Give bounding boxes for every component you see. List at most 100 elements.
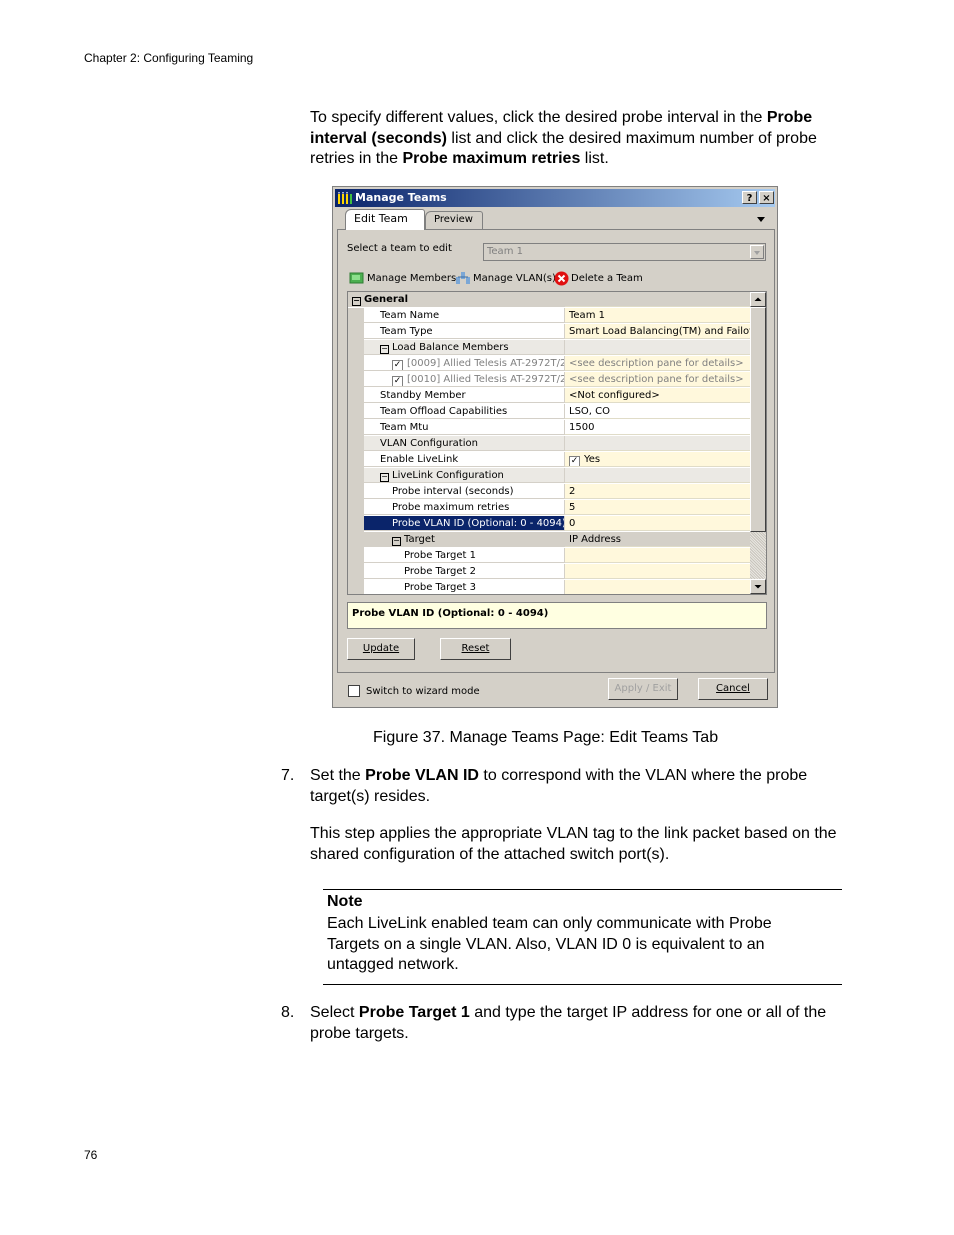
wizard-mode-checkbox[interactable]: Switch to wizard mode bbox=[348, 685, 480, 697]
property-row[interactable]: Probe Target 1 bbox=[348, 548, 750, 564]
chevron-down-icon[interactable] bbox=[750, 245, 764, 259]
chapter-header: Chapter 2: Configuring Teaming bbox=[84, 51, 254, 65]
property-name[interactable]: − LiveLink Configuration bbox=[364, 468, 565, 483]
property-value-text: Yes bbox=[584, 454, 601, 465]
help-button[interactable]: ? bbox=[742, 191, 757, 204]
scrollbar-track[interactable] bbox=[750, 532, 766, 579]
edit-team-panel: Select a team to edit Team 1 Manage Memb… bbox=[337, 229, 775, 673]
close-button[interactable]: × bbox=[759, 191, 774, 204]
update-button[interactable]: Update bbox=[347, 638, 415, 660]
property-value[interactable]: 0 bbox=[565, 516, 750, 531]
property-name[interactable]: − General bbox=[348, 292, 565, 307]
property-row[interactable]: − Load Balance Members bbox=[348, 340, 750, 356]
tab-menu-arrow-icon[interactable] bbox=[757, 217, 765, 222]
property-row[interactable]: ✓ [0009] Allied Telesis AT-2972T/2 Giga <s… bbox=[348, 356, 750, 372]
tab-edit-team[interactable]: Edit Team bbox=[345, 209, 425, 230]
property-name-text: Team Mtu bbox=[380, 422, 429, 433]
property-row[interactable]: Enable LiveLink ✓ Yes bbox=[348, 452, 750, 468]
property-name[interactable]: Probe Target 3 bbox=[364, 580, 565, 594]
property-name[interactable]: ✓ [0010] Allied Telesis AT-2972T/2 Giga bbox=[364, 372, 565, 387]
property-value[interactable]: IP Address bbox=[565, 532, 750, 547]
property-name[interactable]: − Load Balance Members bbox=[364, 340, 565, 355]
property-value[interactable]: Smart Load Balancing(TM) and Failover bbox=[565, 324, 750, 339]
tab-preview[interactable]: Preview bbox=[425, 211, 483, 229]
property-value-text: 1500 bbox=[569, 422, 595, 433]
property-row[interactable]: Probe VLAN ID (Optional: 0 - 4094) 0 bbox=[348, 516, 750, 532]
property-name-text: General bbox=[364, 294, 408, 305]
property-name[interactable]: Enable LiveLink bbox=[364, 452, 565, 467]
property-name[interactable]: Team Type bbox=[364, 324, 565, 339]
scroll-up-button[interactable] bbox=[750, 292, 766, 307]
property-row[interactable]: Probe Target 3 bbox=[348, 580, 750, 594]
property-value[interactable]: <Not configured> bbox=[565, 388, 750, 403]
property-value-text: <Not configured> bbox=[569, 390, 660, 401]
property-name[interactable]: VLAN Configuration bbox=[364, 436, 565, 451]
property-row[interactable]: − Target IP Address bbox=[348, 532, 750, 548]
manage-vlans-button[interactable]: Manage VLAN(s) bbox=[455, 271, 556, 285]
property-name[interactable]: Standby Member bbox=[364, 388, 565, 403]
scroll-down-button[interactable] bbox=[750, 579, 766, 594]
property-value[interactable]: Team 1 bbox=[565, 308, 750, 323]
property-row[interactable]: − LiveLink Configuration bbox=[348, 468, 750, 484]
manage-members-button[interactable]: Manage Members bbox=[349, 271, 456, 285]
property-name[interactable]: Probe Target 1 bbox=[364, 548, 565, 563]
property-value[interactable] bbox=[565, 468, 750, 483]
property-row[interactable]: Standby Member <Not configured> bbox=[348, 388, 750, 404]
cancel-button[interactable]: Cancel bbox=[698, 678, 768, 700]
property-row[interactable]: Probe Target 2 bbox=[348, 564, 750, 580]
member-checkbox[interactable]: ✓ bbox=[392, 360, 403, 370]
property-row[interactable]: Probe maximum retries 5 bbox=[348, 500, 750, 516]
property-value[interactable]: <see description pane for details> bbox=[565, 372, 750, 387]
property-name[interactable]: Probe interval (seconds) bbox=[364, 484, 565, 499]
property-row[interactable]: Team Offload Capabilities LSO, CO bbox=[348, 404, 750, 420]
property-row[interactable]: Team Type Smart Load Balancing(TM) and Fa… bbox=[348, 324, 750, 340]
property-value[interactable]: ✓ Yes bbox=[565, 452, 750, 467]
dialog-title: Manage Teams bbox=[355, 191, 447, 204]
property-value[interactable]: 1500 bbox=[565, 420, 750, 435]
enable-livelink-checkbox[interactable]: ✓ bbox=[569, 456, 580, 466]
property-name-text: Target bbox=[404, 534, 435, 545]
property-value[interactable] bbox=[565, 340, 750, 355]
property-name[interactable]: ✓ [0009] Allied Telesis AT-2972T/2 Giga bbox=[364, 356, 565, 371]
property-value[interactable] bbox=[565, 436, 750, 451]
property-value[interactable]: <see description pane for details> bbox=[565, 356, 750, 371]
step-number: 8. bbox=[281, 1004, 295, 1021]
property-value[interactable] bbox=[565, 580, 750, 594]
app-icon bbox=[338, 192, 352, 204]
property-value[interactable]: 5 bbox=[565, 500, 750, 515]
property-name[interactable]: Probe maximum retries bbox=[364, 500, 565, 515]
property-name[interactable]: Team Mtu bbox=[364, 420, 565, 435]
property-value[interactable]: 2 bbox=[565, 484, 750, 499]
property-name[interactable]: − Target bbox=[364, 532, 565, 547]
row-gutter bbox=[348, 516, 364, 532]
collapse-icon[interactable]: − bbox=[352, 297, 361, 306]
property-row[interactable]: ✓ [0010] Allied Telesis AT-2972T/2 Giga <s… bbox=[348, 372, 750, 388]
vertical-scrollbar[interactable] bbox=[750, 292, 766, 594]
property-row[interactable]: Team Mtu 1500 bbox=[348, 420, 750, 436]
property-name[interactable]: Team Name bbox=[364, 308, 565, 323]
property-value[interactable] bbox=[565, 564, 750, 579]
property-name-text: Team Name bbox=[380, 310, 440, 321]
delete-team-button[interactable]: Delete a Team bbox=[554, 271, 643, 286]
property-row[interactable]: − General bbox=[348, 292, 750, 308]
property-value[interactable] bbox=[565, 292, 750, 307]
property-row[interactable]: Probe interval (seconds) 2 bbox=[348, 484, 750, 500]
property-row[interactable]: Team Name Team 1 bbox=[348, 308, 750, 324]
property-value[interactable] bbox=[565, 548, 750, 563]
collapse-icon[interactable]: − bbox=[380, 345, 389, 354]
scrollbar-thumb[interactable] bbox=[750, 307, 766, 532]
reset-button[interactable]: Reset bbox=[440, 638, 511, 660]
note-box: Note Each LiveLink enabled team can only… bbox=[323, 889, 842, 985]
collapse-icon[interactable]: − bbox=[392, 537, 401, 546]
apply-exit-button[interactable]: Apply / Exit bbox=[608, 678, 678, 700]
checkbox-box[interactable] bbox=[348, 685, 360, 697]
property-value[interactable]: LSO, CO bbox=[565, 404, 750, 419]
property-name[interactable]: Team Offload Capabilities bbox=[364, 404, 565, 419]
team-select[interactable]: Team 1 bbox=[483, 243, 766, 261]
property-name[interactable]: Probe VLAN ID (Optional: 0 - 4094) bbox=[364, 516, 565, 531]
property-name[interactable]: Probe Target 2 bbox=[364, 564, 565, 579]
member-checkbox[interactable]: ✓ bbox=[392, 376, 403, 386]
step-text: Select Probe Target 1 and type the targe… bbox=[310, 1004, 827, 1042]
collapse-icon[interactable]: − bbox=[380, 473, 389, 482]
property-row[interactable]: VLAN Configuration bbox=[348, 436, 750, 452]
